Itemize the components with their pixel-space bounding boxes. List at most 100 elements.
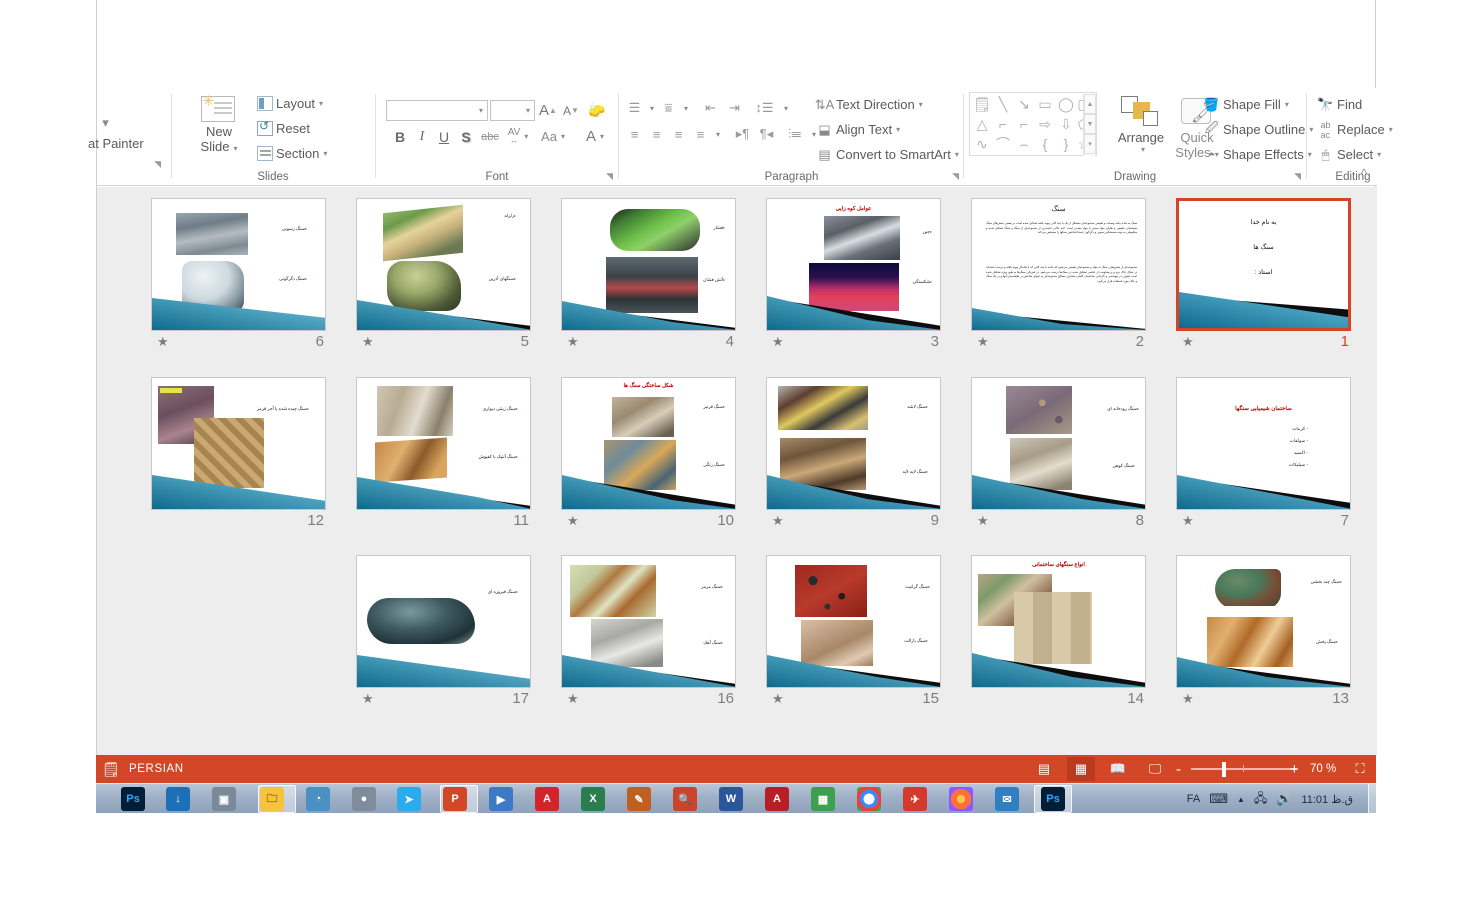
normal-view-button[interactable]: ▤ bbox=[1030, 757, 1058, 781]
animation-star-icon[interactable]: ★ bbox=[567, 513, 579, 529]
language-indicator-tray[interactable]: FA bbox=[1187, 793, 1200, 805]
increase-indent-button[interactable]: ⇥ bbox=[724, 98, 745, 118]
zoom-in-button[interactable]: + bbox=[1290, 755, 1299, 783]
convert-to-smartart-button[interactable]: ▤ Convert to SmartArt ▾ bbox=[816, 146, 959, 163]
numbering-button[interactable]: ⩸ bbox=[658, 98, 679, 118]
taskbar-photoshop[interactable]: Ps bbox=[121, 787, 145, 811]
taskbar-acrobat[interactable]: A bbox=[535, 787, 559, 811]
numbering-dropdown[interactable]: ▾ bbox=[678, 98, 690, 118]
bold-button[interactable]: B bbox=[390, 126, 410, 147]
elbow-connector-icon[interactable]: ⌐ bbox=[993, 114, 1013, 134]
right-arrow-shape-icon[interactable]: ⇨ bbox=[1035, 114, 1055, 134]
underline-button[interactable]: U bbox=[434, 126, 454, 147]
animation-star-icon[interactable]: ★ bbox=[977, 513, 989, 529]
animation-star-icon[interactable]: ★ bbox=[1182, 691, 1194, 707]
taskbar-statistics[interactable]: ▦ bbox=[811, 787, 835, 811]
decrease-font-size-button[interactable]: A ▼ bbox=[561, 100, 581, 121]
ltr-text-direction-button[interactable]: ▸¶ bbox=[732, 124, 753, 144]
scroll-down-icon[interactable]: ▼ bbox=[1084, 114, 1096, 134]
speaker-icon[interactable]: 🔊 bbox=[1276, 791, 1292, 807]
shapes-gallery[interactable]: 🗒 ╲ ↘ ▭ ◯ ▢ △ ⌐ ⌐ ⇨ ⇩ ⬠ ∿ ⌒ ⌢ { } bbox=[969, 92, 1097, 156]
scroll-up-icon[interactable]: ▲ bbox=[1084, 94, 1096, 114]
drawing-dialog-launcher[interactable]: ◥ bbox=[1294, 171, 1301, 182]
animation-star-icon[interactable]: ★ bbox=[1182, 334, 1194, 350]
format-painter-button[interactable]: at Painter bbox=[85, 136, 144, 151]
animation-star-icon[interactable]: ★ bbox=[362, 334, 374, 350]
animation-star-icon[interactable]: ★ bbox=[567, 334, 579, 350]
slide-sorter-pane[interactable]: سنگ رسوبی سنگ دگرگونی ★ 6 bbox=[97, 187, 1377, 755]
line-spacing-button[interactable]: ↕☰ bbox=[754, 98, 775, 118]
slide-canvas[interactable]: سنگ فیروزه ای bbox=[356, 555, 531, 688]
taskbar-powerpoint[interactable]: P bbox=[443, 787, 467, 811]
slide-sorter-view-button[interactable]: ▦ bbox=[1067, 757, 1095, 781]
chevron-up-icon[interactable]: ▲ bbox=[1237, 795, 1245, 804]
align-center-button[interactable]: ≡ bbox=[646, 124, 667, 144]
slide-canvas[interactable]: سنگ سنگ به ماده جامد وسخت و طبیعی مجموعه… bbox=[971, 198, 1146, 331]
taskbar-idm[interactable]: ↓ bbox=[166, 787, 190, 811]
section-button[interactable]: Section ▾ bbox=[257, 146, 327, 161]
new-slide-button[interactable]: ✳ New Slide ▾ bbox=[191, 94, 247, 154]
align-left-button[interactable]: ≡ bbox=[624, 124, 645, 144]
taskbar-media-player[interactable]: ▶ bbox=[489, 787, 513, 811]
triangle-shape-icon[interactable]: △ bbox=[972, 114, 992, 134]
bullets-button[interactable]: ☰ bbox=[624, 98, 645, 118]
slide-canvas[interactable]: سنگ لاشه سنگ لایه لایه bbox=[766, 377, 941, 510]
zoom-out-button[interactable]: - bbox=[1176, 755, 1181, 783]
slide-canvas[interactable]: ساختمان شیمیایی سنگها - کربنات - سولفات … bbox=[1176, 377, 1351, 510]
slide-canvas[interactable]: سنگ گرانیت سنگ بازالت bbox=[766, 555, 941, 688]
text-direction-button[interactable]: ⇅A Text Direction ▾ bbox=[815, 96, 923, 113]
font-name-combo[interactable]: ▾ bbox=[386, 100, 488, 121]
arrange-button[interactable]: Arrange ▾ bbox=[1111, 96, 1171, 154]
align-right-button[interactable]: ≡ bbox=[668, 124, 689, 144]
animation-star-icon[interactable]: ★ bbox=[772, 334, 784, 350]
taskbar-mail-client[interactable]: ✉ bbox=[995, 787, 1019, 811]
character-spacing-button[interactable]: AV ↔ ▾ bbox=[503, 126, 533, 147]
reset-button[interactable]: Reset bbox=[257, 119, 310, 136]
shape-effects-button[interactable]: ◓ Shape Effects ▾ bbox=[1203, 146, 1312, 163]
taskbar-file-explorer[interactable]: 🗀 bbox=[260, 787, 284, 811]
font-color-button[interactable]: A ▾ bbox=[580, 126, 610, 147]
rtl-text-direction-button[interactable]: ¶◂ bbox=[756, 124, 777, 144]
text-box-shape-icon[interactable]: 🗒 bbox=[972, 94, 992, 114]
find-button[interactable]: 🔭 Find bbox=[1317, 96, 1362, 113]
down-arrow-shape-icon[interactable]: ⇩ bbox=[1056, 114, 1076, 134]
network-icon[interactable]: 🖧 bbox=[1254, 789, 1267, 810]
clock[interactable]: 11:01 ق.ظ bbox=[1301, 793, 1353, 806]
reading-view-button[interactable]: 📖 bbox=[1104, 757, 1132, 781]
left-brace-icon[interactable]: { bbox=[1035, 134, 1055, 154]
shape-fill-button[interactable]: 🪣 Shape Fill ▾ bbox=[1203, 96, 1288, 113]
arrow-shape-icon[interactable]: ↘ bbox=[1014, 94, 1034, 114]
slide-canvas[interactable]: فشار آتش فشان bbox=[561, 198, 736, 331]
strikethrough-button[interactable]: abc bbox=[478, 126, 502, 147]
slide-canvas[interactable]: انواع سنگهای ساختمانی bbox=[971, 555, 1146, 688]
taskbar-excel[interactable]: X bbox=[581, 787, 605, 811]
zoom-slider-track[interactable] bbox=[1191, 768, 1297, 770]
elbow-arrow-icon[interactable]: ⌐ bbox=[1014, 114, 1034, 134]
replace-button[interactable]: ab ac Replace ▾ bbox=[1317, 120, 1392, 140]
taskbar-paint-tool[interactable]: ✎ bbox=[627, 787, 651, 811]
align-text-button[interactable]: ⬓ Align Text ▾ bbox=[816, 121, 900, 138]
show-desktop-button[interactable] bbox=[1368, 784, 1376, 814]
shapes-more-icon[interactable]: ▾ bbox=[1084, 134, 1096, 154]
scribble-shape-icon[interactable]: ∿ bbox=[972, 134, 992, 154]
taskbar-telegram[interactable]: ➤ bbox=[397, 787, 421, 811]
arc-shape-icon[interactable]: ⌢ bbox=[1014, 134, 1034, 154]
right-brace-icon[interactable]: } bbox=[1056, 134, 1076, 154]
increase-font-size-button[interactable]: A ▲ bbox=[538, 100, 558, 121]
taskbar-autocad[interactable]: A bbox=[765, 787, 789, 811]
taskbar-gaming-app[interactable]: ✈ bbox=[903, 787, 927, 811]
animation-star-icon[interactable]: ★ bbox=[977, 334, 989, 350]
keyboard-icon[interactable]: ⌨ bbox=[1209, 791, 1228, 807]
slideshow-view-button[interactable]: 🖵 bbox=[1141, 757, 1169, 781]
shape-outline-button[interactable]: 🖉 Shape Outline ▾ bbox=[1203, 120, 1314, 138]
shapes-gallery-scrollbar[interactable]: ▲ ▼ ▾ bbox=[1083, 94, 1096, 156]
taskbar-camera[interactable]: ▣ bbox=[212, 787, 236, 811]
slide-canvas[interactable]: عوامل کوه زایی چین شکستگی bbox=[766, 198, 941, 331]
animation-star-icon[interactable]: ★ bbox=[157, 334, 169, 350]
language-indicator[interactable]: PERSIAN bbox=[129, 755, 184, 783]
taskbar-firefox[interactable]: ● bbox=[949, 787, 973, 811]
justify-button[interactable]: ≡ bbox=[690, 124, 711, 144]
taskbar-antivirus[interactable]: ◔ bbox=[306, 787, 330, 811]
animation-star-icon[interactable]: ★ bbox=[567, 691, 579, 707]
font-size-combo[interactable]: ▾ bbox=[490, 100, 535, 121]
